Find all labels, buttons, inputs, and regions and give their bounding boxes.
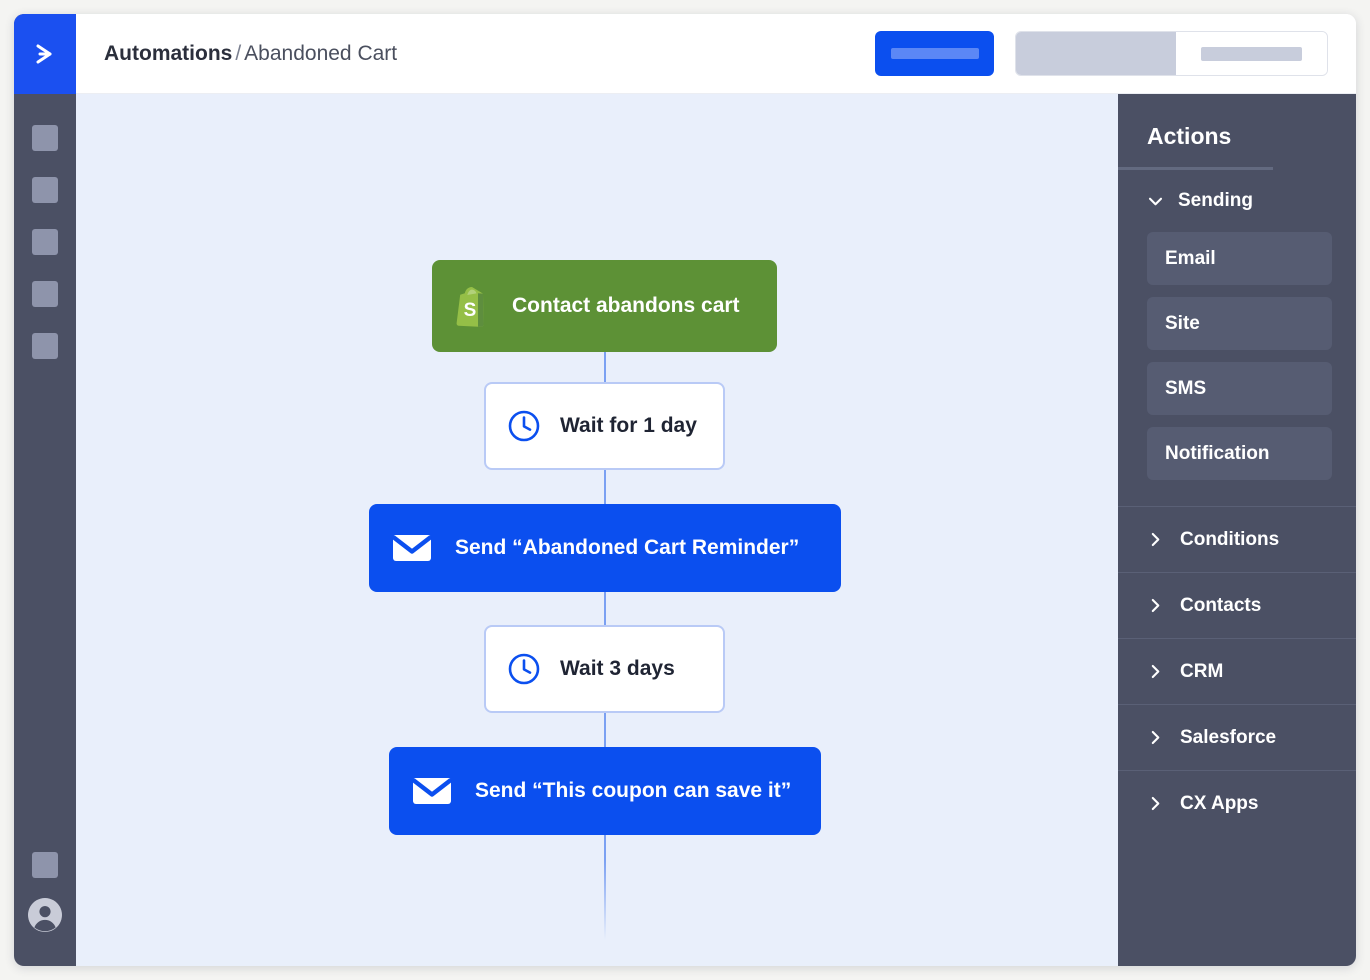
action-item-site[interactable]: Site <box>1147 297 1332 350</box>
actions-group-label: Salesforce <box>1180 726 1277 748</box>
actions-group-conditions[interactable]: Conditions <box>1118 506 1356 572</box>
automation-flow: S Contact abandons cart Wait for 1 day S… <box>76 94 1118 966</box>
main-column: Automations / Abandoned Cart S Contact a… <box>76 14 1356 966</box>
actions-group-salesforce[interactable]: Salesforce <box>1118 704 1356 770</box>
sidebar-item-5[interactable] <box>32 333 58 359</box>
actions-group-sending-header[interactable]: Sending <box>1118 170 1356 232</box>
flow-node-label: Contact abandons cart <box>512 294 740 317</box>
left-nav-rail <box>14 14 76 966</box>
sidebar-item-6[interactable] <box>32 852 58 878</box>
actions-panel: Actions Sending Email Site SMS Notificat… <box>1118 94 1356 966</box>
action-item-label: Site <box>1165 312 1200 334</box>
flow-node-label: Wait 3 days <box>560 657 675 680</box>
actions-group-label: CRM <box>1180 660 1224 682</box>
actions-group-crm[interactable]: CRM <box>1118 638 1356 704</box>
primary-action-button[interactable] <box>875 31 994 76</box>
sidebar-item-1[interactable] <box>32 125 58 151</box>
actions-group-contacts[interactable]: Contacts <box>1118 572 1356 638</box>
segment-inactive[interactable] <box>1176 32 1327 75</box>
envelope-icon <box>412 776 452 806</box>
flow-node-label: Wait for 1 day <box>560 414 697 437</box>
actions-group-cx-apps[interactable]: CX Apps <box>1118 770 1356 836</box>
top-bar-actions <box>875 31 1328 76</box>
chevron-right-logo-icon <box>28 37 62 71</box>
actions-group-label: Conditions <box>1180 528 1280 550</box>
breadcrumb-separator: / <box>235 41 242 65</box>
action-item-label: SMS <box>1165 377 1207 399</box>
action-item-email[interactable]: Email <box>1147 232 1332 285</box>
breadcrumb-parent[interactable]: Automations <box>104 42 232 65</box>
action-item-label: Notification <box>1165 442 1270 464</box>
svg-text:S: S <box>464 300 477 321</box>
button-label-placeholder <box>890 48 979 59</box>
body-row: S Contact abandons cart Wait for 1 day S… <box>76 94 1356 966</box>
sidebar-item-3[interactable] <box>32 229 58 255</box>
flow-node-wait-1[interactable]: Wait for 1 day <box>484 382 725 470</box>
shopify-bag-icon: S <box>453 285 491 327</box>
chevron-right-icon <box>1147 531 1164 548</box>
top-bar: Automations / Abandoned Cart <box>76 14 1356 94</box>
flow-connector-line <box>604 260 606 940</box>
panel-title: Actions <box>1147 123 1232 149</box>
avatar[interactable] <box>26 896 64 934</box>
action-item-notification[interactable]: Notification <box>1147 427 1332 480</box>
chevron-right-icon <box>1147 597 1164 614</box>
clock-icon <box>507 409 541 443</box>
action-item-sms[interactable]: SMS <box>1147 362 1332 415</box>
flow-node-trigger[interactable]: S Contact abandons cart <box>432 260 777 352</box>
user-avatar-icon <box>27 898 62 932</box>
segmented-control[interactable] <box>1015 31 1328 76</box>
breadcrumb: Automations / Abandoned Cart <box>104 42 397 66</box>
sidebar-bottom-group <box>14 852 76 934</box>
flow-node-wait-2[interactable]: Wait 3 days <box>484 625 725 713</box>
chevron-down-icon <box>1147 193 1164 210</box>
app-window: Automations / Abandoned Cart S Contact a… <box>14 14 1356 966</box>
flow-node-send-2[interactable]: Send “This coupon can save it” <box>389 747 821 835</box>
actions-group-label: Contacts <box>1180 594 1262 616</box>
chevron-right-icon <box>1147 729 1164 746</box>
clock-icon <box>507 652 541 686</box>
flow-node-send-1[interactable]: Send “Abandoned Cart Reminder” <box>369 504 841 592</box>
sidebar-item-2[interactable] <box>32 177 58 203</box>
segment-label-placeholder <box>1201 46 1302 61</box>
automation-canvas[interactable]: S Contact abandons cart Wait for 1 day S… <box>76 94 1118 966</box>
breadcrumb-current: Abandoned Cart <box>244 41 398 65</box>
actions-group-label: CX Apps <box>1180 792 1259 814</box>
chevron-right-icon <box>1147 795 1164 812</box>
segment-active[interactable] <box>1016 32 1176 75</box>
actions-collapsed-groups: Conditions Contacts CRM Salesforce CX Ap… <box>1118 506 1356 836</box>
flow-node-label: Send “This coupon can save it” <box>475 779 792 802</box>
action-item-label: Email <box>1165 247 1216 269</box>
brand-logo[interactable] <box>14 14 76 94</box>
chevron-right-icon <box>1147 663 1164 680</box>
envelope-icon <box>392 533 432 563</box>
actions-group-label: Sending <box>1178 190 1253 211</box>
flow-node-label: Send “Abandoned Cart Reminder” <box>455 536 800 559</box>
sidebar-item-4[interactable] <box>32 281 58 307</box>
actions-group-sending-items: Email Site SMS Notification <box>1118 232 1356 480</box>
